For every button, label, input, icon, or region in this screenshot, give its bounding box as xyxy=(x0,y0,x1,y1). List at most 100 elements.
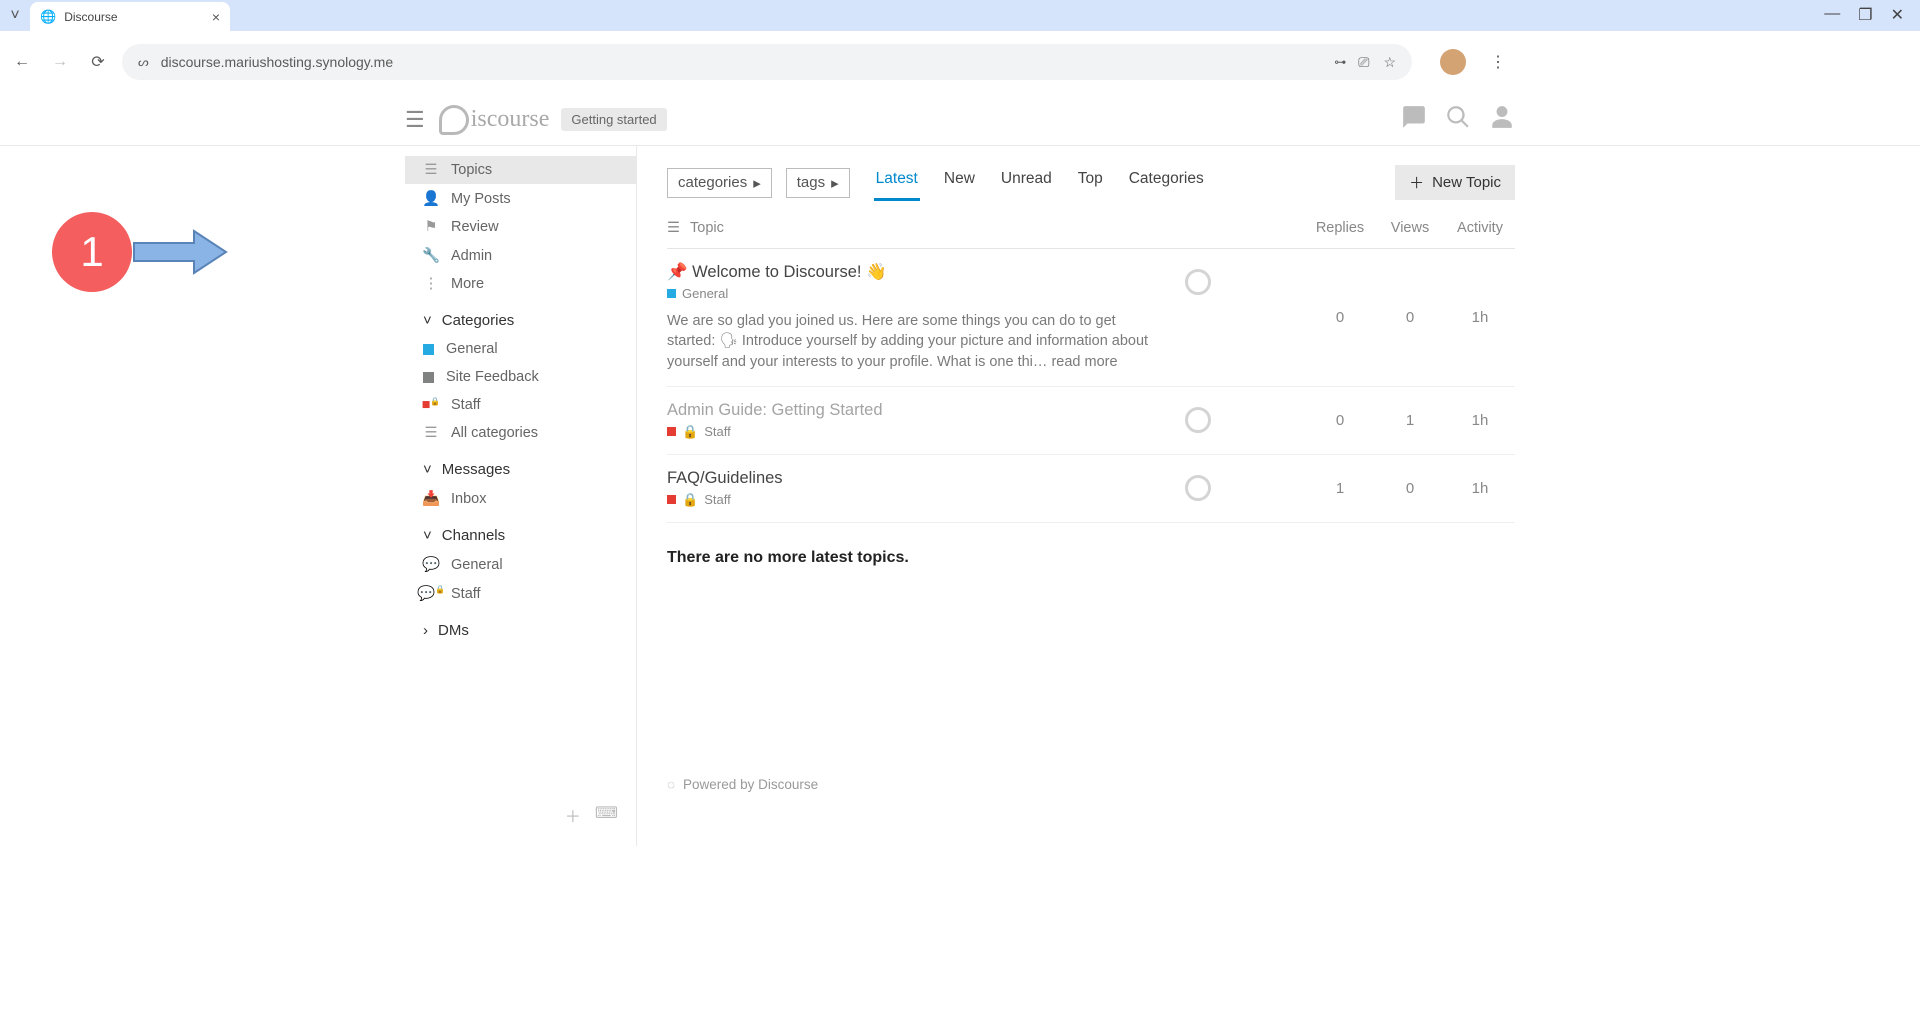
activity-time: 1h xyxy=(1445,401,1515,440)
keyboard-icon[interactable]: ⌨ xyxy=(595,803,618,827)
tab-close-icon[interactable]: × xyxy=(212,9,220,25)
category-name: Staff xyxy=(704,492,731,507)
sidebar-label: General xyxy=(451,557,503,573)
profile-avatar-icon[interactable] xyxy=(1440,49,1466,75)
minimize-icon[interactable]: — xyxy=(1824,5,1840,25)
chevron-down-icon: ˅ xyxy=(423,312,432,329)
browser-tab[interactable]: 🌐 Discourse × xyxy=(30,2,230,31)
discourse-logo[interactable]: iscourse xyxy=(439,105,550,135)
chat-bubble-icon: 💬 xyxy=(423,556,439,573)
replies-count: 1 xyxy=(1305,469,1375,508)
topic-row[interactable]: FAQ/Guidelines 🔒 Staff 1 0 1h xyxy=(667,455,1515,523)
sidebar-section-messages[interactable]: ˅ Messages xyxy=(405,447,636,484)
sidebar-section-dms[interactable]: › DMs xyxy=(405,608,636,645)
poster-avatar-icon[interactable] xyxy=(1185,407,1211,433)
th-activity[interactable]: Activity xyxy=(1445,220,1515,236)
tab-top[interactable]: Top xyxy=(1076,164,1105,201)
search-icon[interactable] xyxy=(1445,104,1471,135)
sidebar: ☰ Topics 👤 My Posts ⚑ Review 🔧 Admin ⋮ M… xyxy=(405,146,637,846)
sidebar-cat-all[interactable]: ☰ All categories xyxy=(405,419,636,447)
sidebar-channel-staff[interactable]: 💬🔒 Staff xyxy=(405,579,636,608)
replies-count: 0 xyxy=(1305,401,1375,440)
sidebar-section-channels[interactable]: ˅ Channels xyxy=(405,513,636,550)
filter-label: categories xyxy=(678,174,747,191)
maximize-icon[interactable]: ❐ xyxy=(1858,5,1872,25)
sidebar-item-admin[interactable]: 🔧 Admin xyxy=(405,241,636,270)
sidebar-item-my-posts[interactable]: 👤 My Posts xyxy=(405,184,636,213)
user-avatar-icon[interactable] xyxy=(1489,104,1515,135)
topic-title-text[interactable]: Welcome to Discourse! 👋 xyxy=(692,263,886,281)
sidebar-cat-staff[interactable]: ■🔒 Staff xyxy=(405,391,636,419)
lock-icon: 🔒 xyxy=(682,424,698,440)
sidebar-item-more[interactable]: ⋮ More xyxy=(405,270,636,298)
sidebar-section-categories[interactable]: ˅ Categories xyxy=(405,298,636,335)
th-replies[interactable]: Replies xyxy=(1305,220,1375,236)
sidebar-label: Topics xyxy=(451,162,492,178)
lock-icon: 🔒 xyxy=(682,492,698,508)
category-badge[interactable]: 🔒 Staff xyxy=(667,424,1155,440)
annotation-arrow-icon xyxy=(130,227,230,277)
forward-icon[interactable]: → xyxy=(46,53,74,71)
chevron-right-icon: › xyxy=(423,622,428,639)
plus-icon[interactable]: ＋ xyxy=(565,803,581,827)
close-icon[interactable]: ✕ xyxy=(1891,5,1904,25)
lock-category-icon: ■🔒 xyxy=(423,397,439,413)
password-icon[interactable]: ⊶ xyxy=(1334,55,1344,69)
bulk-select-icon[interactable]: ☰ xyxy=(667,220,680,236)
sidebar-cat-site-feedback[interactable]: Site Feedback xyxy=(405,363,636,391)
poster-avatar-icon[interactable] xyxy=(1185,269,1211,295)
getting-started-badge[interactable]: Getting started xyxy=(561,108,666,131)
sidebar-item-inbox[interactable]: 📥 Inbox xyxy=(405,484,636,513)
tab-latest[interactable]: Latest xyxy=(874,164,920,201)
sidebar-footer: ＋ ⌨ xyxy=(405,795,636,835)
caret-right-icon: ▸ xyxy=(753,174,761,192)
tab-categories[interactable]: Categories xyxy=(1127,164,1206,201)
hamburger-icon[interactable]: ☰ xyxy=(405,107,425,133)
chat-lock-icon: 💬🔒 xyxy=(423,585,439,602)
plus-icon: ＋ xyxy=(1409,172,1424,193)
topic-row[interactable]: Admin Guide: Getting Started 🔒 Staff 0 1… xyxy=(667,387,1515,455)
discourse-bubble-icon xyxy=(439,105,469,135)
sidebar-label: Staff xyxy=(451,397,481,413)
category-bullet-icon xyxy=(423,372,434,383)
topic-row[interactable]: 📌 Welcome to Discourse! 👋 General We are… xyxy=(667,249,1515,387)
bookmark-icon[interactable]: ☆ xyxy=(1383,54,1396,71)
logo-text: iscourse xyxy=(471,106,550,133)
topic-title-text[interactable]: FAQ/Guidelines xyxy=(667,469,783,487)
browser-menu-icon[interactable]: ⋮ xyxy=(1490,52,1506,72)
pin-icon: 📌 xyxy=(667,263,688,281)
tab-unread[interactable]: Unread xyxy=(999,164,1054,201)
sidebar-item-topics[interactable]: ☰ Topics xyxy=(405,156,636,184)
topic-title-text[interactable]: Admin Guide: Getting Started xyxy=(667,401,883,419)
site-info-icon[interactable]: ᔕ xyxy=(138,55,149,69)
filter-tags[interactable]: tags ▸ xyxy=(786,168,850,198)
sidebar-item-review[interactable]: ⚑ Review xyxy=(405,213,636,241)
sidebar-label: More xyxy=(451,276,484,292)
section-label: Messages xyxy=(442,461,510,478)
chat-icon[interactable] xyxy=(1401,104,1427,135)
browser-toolbar: ← → ⟳ ᔕ discourse.mariushosting.synology… xyxy=(0,31,1920,94)
sidebar-channel-general[interactable]: 💬 General xyxy=(405,550,636,579)
views-count: 0 xyxy=(1375,469,1445,508)
filter-categories[interactable]: categories ▸ xyxy=(667,168,772,198)
user-icon: 👤 xyxy=(423,190,439,207)
back-icon[interactable]: ← xyxy=(8,53,36,71)
address-bar[interactable]: ᔕ discourse.mariushosting.synology.me ⊶ … xyxy=(122,44,1412,80)
url-text: discourse.mariushosting.synology.me xyxy=(161,54,393,70)
category-badge[interactable]: General xyxy=(667,286,1155,301)
footer-text[interactable]: Powered by Discourse xyxy=(683,777,818,792)
chrome-dropdown-icon[interactable]: ˅ xyxy=(0,0,30,31)
category-badge[interactable]: 🔒 Staff xyxy=(667,492,1155,508)
read-more-link[interactable]: read more xyxy=(1051,354,1117,370)
poster-avatar-icon[interactable] xyxy=(1185,475,1211,501)
reload-icon[interactable]: ⟳ xyxy=(84,52,112,72)
category-name: General xyxy=(682,286,728,301)
tab-new[interactable]: New xyxy=(942,164,977,201)
th-views[interactable]: Views xyxy=(1375,220,1445,236)
activity-time: 1h xyxy=(1445,263,1515,372)
table-header: ☰ Topic Replies Views Activity xyxy=(667,210,1515,249)
new-topic-button[interactable]: ＋ New Topic xyxy=(1395,165,1515,200)
sidebar-cat-general[interactable]: General xyxy=(405,335,636,363)
views-count: 0 xyxy=(1375,263,1445,372)
install-icon[interactable]: ⎚ xyxy=(1358,54,1369,71)
